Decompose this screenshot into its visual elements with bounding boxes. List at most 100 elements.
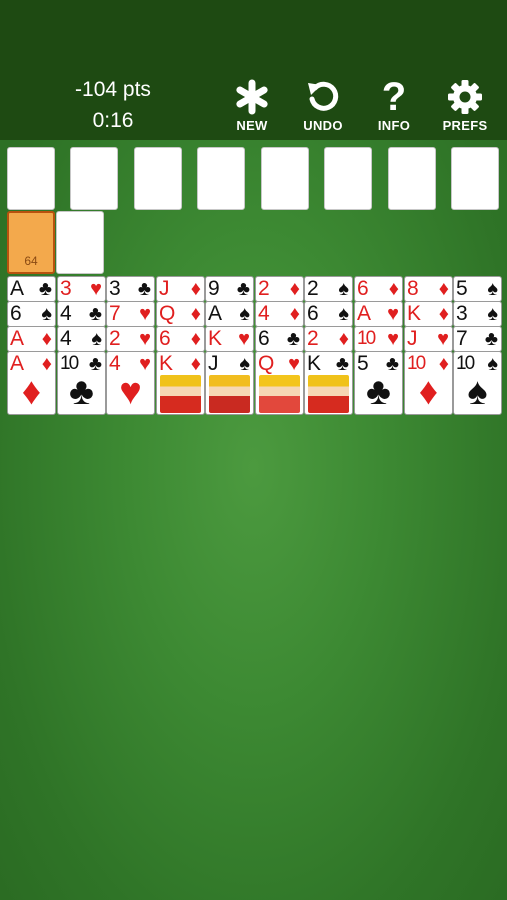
playing-card[interactable]: 7 ♣: [453, 326, 502, 352]
card-center-suit-icon: ♦: [418, 371, 439, 413]
playing-card[interactable]: 10 ♥: [354, 326, 403, 352]
prefs-label: PREFS: [442, 118, 488, 133]
playing-card[interactable]: 7 ♥: [106, 301, 155, 327]
card-suit-icon: ♠: [239, 303, 250, 325]
card-center-suit-icon: ♦: [21, 371, 42, 413]
card-suit-icon: ♣: [286, 328, 300, 350]
playing-card[interactable]: 3 ♥: [57, 276, 106, 302]
playing-card[interactable]: A ♠: [205, 301, 254, 327]
card-suit-icon: ♠: [41, 303, 52, 325]
playing-card[interactable]: 4 ♥ ♥: [106, 351, 155, 415]
playing-card[interactable]: 2 ♥: [106, 326, 155, 352]
playing-card[interactable]: 10 ♦ ♦: [404, 351, 453, 415]
stock-count: 64: [24, 254, 38, 268]
playing-card[interactable]: 3 ♠: [453, 301, 502, 327]
card-suit-icon: ♦: [438, 278, 449, 300]
playing-card[interactable]: J ♠: [205, 351, 254, 415]
playing-card[interactable]: 2 ♦: [255, 276, 304, 302]
card-rank: K: [407, 302, 421, 325]
card-suit-icon: ♥: [387, 328, 399, 350]
card-rank: 3: [456, 302, 468, 325]
playing-card[interactable]: 5 ♣ ♣: [354, 351, 403, 415]
card-rank: 4: [258, 302, 270, 325]
card-suit-icon: ♠: [91, 328, 102, 350]
playing-card[interactable]: K ♦: [404, 301, 453, 327]
playing-card[interactable]: 2 ♦: [304, 326, 353, 352]
playing-card[interactable]: A ♦: [7, 326, 56, 352]
card-rank: 2: [109, 327, 121, 350]
playing-card[interactable]: 4 ♦: [255, 301, 304, 327]
prefs-button[interactable]: PREFS: [435, 78, 495, 134]
info-button[interactable]: ? INFO: [364, 77, 424, 134]
foundation-slot[interactable]: [388, 147, 436, 210]
playing-card[interactable]: Q ♦: [156, 301, 205, 327]
foundation-slot[interactable]: [324, 147, 372, 210]
foundation-slot[interactable]: [7, 147, 55, 210]
card-suit-icon: ♠: [487, 278, 498, 300]
playing-card[interactable]: 6 ♣: [255, 326, 304, 352]
card-rank: K: [307, 352, 321, 375]
playing-card[interactable]: J ♥: [404, 326, 453, 352]
card-rank: 7: [109, 302, 121, 325]
undo-label: UNDO: [303, 118, 343, 133]
card-suit-icon: ♦: [190, 328, 201, 350]
playing-card[interactable]: 4 ♣: [57, 301, 106, 327]
elapsed-time: 0:16: [92, 109, 134, 132]
card-suit-icon: ♠: [487, 303, 498, 325]
playing-card[interactable]: 6 ♠: [7, 301, 56, 327]
score-points: -104 pts: [75, 78, 151, 101]
card-suit-icon: ♦: [289, 278, 300, 300]
playing-card[interactable]: 4 ♠: [57, 326, 106, 352]
foundation-slot[interactable]: [197, 147, 245, 210]
playing-card[interactable]: 2 ♠: [304, 276, 353, 302]
card-suit-icon: ♦: [438, 353, 449, 375]
playing-card[interactable]: 5 ♠: [453, 276, 502, 302]
card-suit-icon: ♦: [190, 278, 201, 300]
playing-card[interactable]: A ♦ ♦: [7, 351, 56, 415]
card-rank: A: [10, 277, 24, 300]
stock-pile[interactable]: 64: [7, 211, 55, 274]
card-rank: 2: [307, 327, 319, 350]
card-center-suit-icon: ♥: [119, 371, 142, 413]
info-label: INFO: [377, 118, 411, 133]
playing-card[interactable]: J ♦: [156, 276, 205, 302]
playing-card[interactable]: 3 ♣: [106, 276, 155, 302]
card-rank: K: [208, 327, 222, 350]
card-rank: J: [407, 327, 417, 350]
foundation-slot[interactable]: [261, 147, 309, 210]
card-center-suit-icon: ♠: [467, 371, 488, 413]
foundation-slot[interactable]: [70, 147, 118, 210]
playing-card[interactable]: K ♣: [304, 351, 353, 415]
playing-card[interactable]: 10 ♠ ♠: [453, 351, 502, 415]
card-rank: 3: [109, 277, 121, 300]
playing-card[interactable]: K ♦: [156, 351, 205, 415]
foundation-slot[interactable]: [134, 147, 182, 210]
playing-card[interactable]: 10 ♣ ♣: [57, 351, 106, 415]
card-rank: 9: [208, 277, 220, 300]
foundation-slot[interactable]: [451, 147, 499, 210]
playing-card[interactable]: Q ♥: [255, 351, 304, 415]
undo-button[interactable]: UNDO: [293, 78, 353, 134]
card-rank: 2: [258, 277, 270, 300]
card-suit-icon: ♥: [139, 328, 151, 350]
card-suit-icon: ♣: [335, 353, 349, 375]
playing-card[interactable]: 6 ♦: [354, 276, 403, 302]
playing-card[interactable]: 6 ♠: [304, 301, 353, 327]
card-rank: 6: [159, 327, 171, 350]
card-rank: 6: [357, 277, 369, 300]
playing-card[interactable]: 8 ♦: [404, 276, 453, 302]
playing-card[interactable]: 9 ♣: [205, 276, 254, 302]
card-suit-icon: ♦: [438, 303, 449, 325]
playing-card[interactable]: A ♣: [7, 276, 56, 302]
card-suit-icon: ♠: [239, 353, 250, 375]
playing-card[interactable]: A ♥: [354, 301, 403, 327]
card-center-suit-icon: ♣: [69, 371, 94, 413]
playing-card[interactable]: K ♥: [205, 326, 254, 352]
playing-card[interactable]: 6 ♦: [156, 326, 205, 352]
new-game-button[interactable]: NEW: [222, 78, 282, 134]
card-suit-icon: ♥: [238, 328, 250, 350]
card-rank: A: [208, 302, 222, 325]
top-bar: -104 pts 0:16 NEW UNDO ? INFO PREFS: [0, 0, 507, 140]
waste-slot[interactable]: [56, 211, 104, 274]
card-suit-icon: ♣: [236, 278, 250, 300]
